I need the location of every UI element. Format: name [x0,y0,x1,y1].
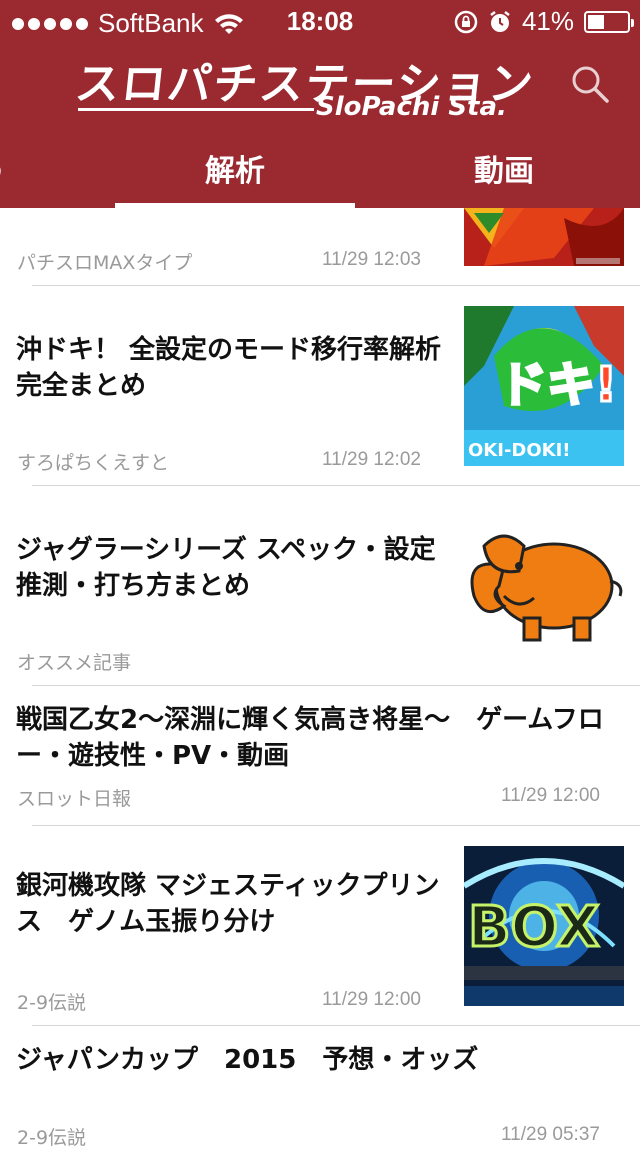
rotation-lock-icon [454,10,478,33]
article-title: 戦国乙女2〜深淵に輝く気高き将星〜 ゲームフロー・遊技性・PV・動画 [16,705,604,771]
article-thumbnail [464,208,624,266]
logo-underline [78,108,314,111]
battery-icon [584,10,634,33]
article-source: 2-9伝説 [17,1127,87,1149]
tab-analysis[interactable]: 解析 [115,146,355,190]
tab-previous[interactable]: う [0,146,8,182]
article-source: パチスロMAXタイプ [17,252,193,274]
article-item[interactable]: ジャグラーシリーズ スペック・設定推測・打ち方まとめ オススメ記事 [0,486,640,686]
svg-text:BOX: BOX [468,895,599,960]
article-date: 11/29 12:00 [322,989,421,1010]
article-title: ジャパンカップ 2015 予想・オッズ [16,1045,479,1075]
article-item[interactable]: ジャパンカップ 2015 予想・オッズ 2-9伝説 11/29 05:37 [0,1026,640,1149]
svg-text:ドキ!: ドキ! [499,357,617,413]
article-title: 銀河機攻隊 マジェスティックプリンス ゲノム玉振り分け [16,871,440,937]
article-source: スロット日報 [17,788,132,810]
logo-subtitle: SloPachi Sta. [316,92,507,122]
article-item[interactable]: パチスロMAXタイプ 11/29 12:03 [0,208,640,286]
article-thumbnail: ドキ! OKI-DOKI! [464,306,624,466]
article-item[interactable]: 沖ドキ！ 全設定のモード移行率解析 完全まとめ ドキ! OKI-DOKI! すろ… [0,286,640,486]
app-logo[interactable]: スロパチステーション SloPachi Sta. [70,48,550,124]
tab-previous-label: う [0,146,8,182]
tab-video[interactable]: 動画 [474,146,534,190]
battery-percent: 41% [521,6,574,36]
article-date: 11/29 12:03 [322,249,421,270]
article-item[interactable]: 銀河機攻隊 マジェスティックプリンス ゲノム玉振り分け BOX 2-9伝説 11… [0,826,640,1026]
article-date: 11/29 05:37 [501,1124,600,1145]
article-item[interactable]: 戦国乙女2〜深淵に輝く気高き将星〜 ゲームフロー・遊技性・PV・動画 スロット日… [0,686,640,826]
article-source: 2-9伝説 [17,992,87,1014]
status-bar: SoftBank 18:08 41% [0,0,640,40]
article-thumbnail: BOX [464,846,624,1006]
article-title: ジャグラーシリーズ スペック・設定推測・打ち方まとめ [16,535,436,601]
svg-text:OKI-DOKI!: OKI-DOKI! [468,440,571,461]
article-thumbnail [464,526,624,646]
app-header: SoftBank 18:08 41% スロパチステーション SloPachi S… [0,0,640,208]
article-title: 沖ドキ！ 全設定のモード移行率解析 完全まとめ [16,335,442,401]
article-source: すろぱちくえすと [17,452,170,474]
article-source: オススメ記事 [17,652,132,674]
article-date: 11/29 12:00 [501,785,600,806]
status-right: 41% [454,6,634,37]
battery-level [588,14,604,29]
alarm-icon [490,10,510,32]
search-icon[interactable] [570,64,610,104]
article-date: 11/29 12:02 [322,449,421,470]
